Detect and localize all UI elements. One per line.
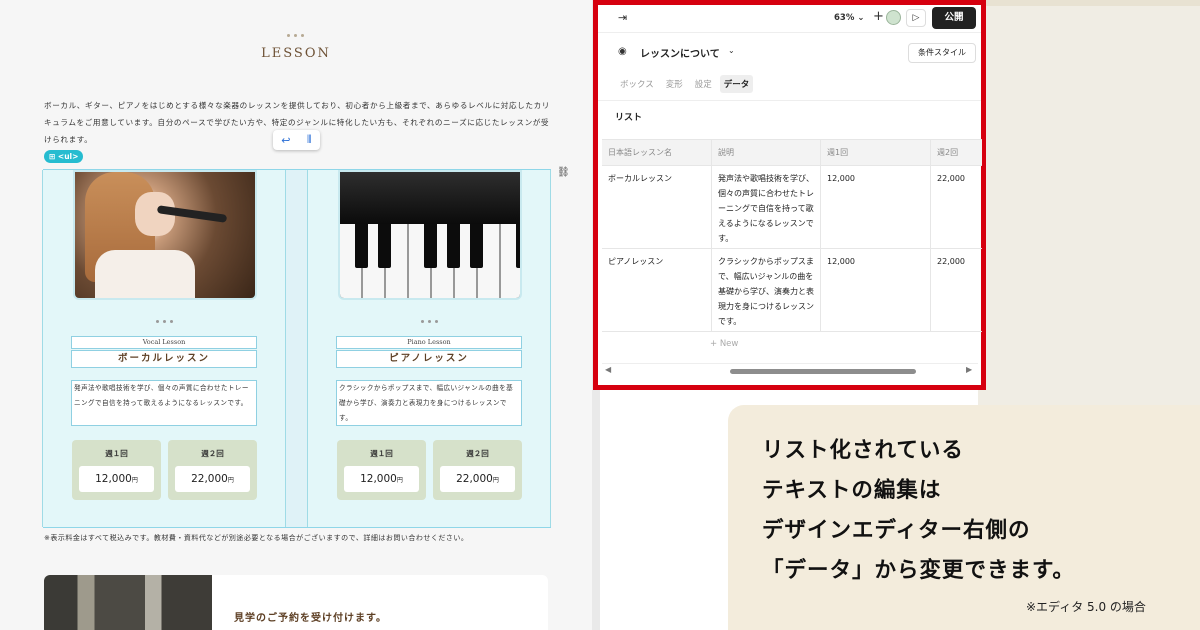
- design-canvas[interactable]: LESSON ボーカル、ギター、ピアノをはじめとする様々な楽器のレッスンを提供し…: [0, 0, 592, 630]
- callout-line: リスト化されている: [762, 438, 964, 463]
- collapse-panel-icon[interactable]: ⇥: [618, 11, 627, 24]
- vocal-lesson-image[interactable]: [73, 170, 257, 300]
- chevron-down-icon[interactable]: ⌄: [728, 46, 735, 55]
- table-row[interactable]: ボーカルレッスン 発声法や歌唱技術を学び、個々の声質に合わせたトレーニングで自信…: [602, 166, 982, 249]
- studio-image: [44, 575, 212, 630]
- table-cell[interactable]: ピアノレッスン: [602, 249, 712, 331]
- tab-box[interactable]: ボックス: [616, 75, 658, 93]
- link-icon[interactable]: ⛓: [557, 167, 570, 178]
- conditional-style-button[interactable]: 条件スタイル: [908, 43, 976, 63]
- card-lesson-name[interactable]: ボーカルレッスン: [71, 350, 257, 368]
- avatar[interactable]: [886, 10, 901, 25]
- section-dots: [287, 34, 304, 37]
- preview-button[interactable]: ▷: [906, 9, 926, 27]
- price-footnote: ※表示料金はすべて税込みです。教材費・資料代などが別途必要となる場合がございます…: [44, 534, 469, 542]
- callout-line: デザインエディター右側の: [762, 518, 1031, 543]
- ul-element-tag[interactable]: ⊞ <ul>: [44, 150, 84, 163]
- scroll-right-icon[interactable]: ▶: [966, 365, 972, 374]
- callout-line: 「データ」から変更できます。: [762, 558, 1075, 583]
- card-dots: [308, 320, 550, 323]
- tab-settings[interactable]: 設定: [691, 75, 716, 93]
- callout-line: テキストの編集は: [762, 478, 942, 503]
- piano-lesson-image[interactable]: [338, 170, 522, 300]
- table-cell[interactable]: 22,000: [931, 166, 982, 248]
- publish-button[interactable]: 公開: [932, 7, 976, 29]
- top-strip: [986, 0, 1200, 6]
- add-icon[interactable]: +: [873, 9, 884, 24]
- price-weekly-1[interactable]: 週１回 12,000円: [337, 440, 426, 500]
- price-value: 22,000円: [440, 466, 515, 492]
- section-name[interactable]: レッスンについて: [640, 45, 720, 60]
- add-row-button[interactable]: + New: [710, 339, 738, 349]
- list-item-vocal[interactable]: Vocal Lesson ボーカルレッスン 発声法や歌唱技術を学び、個々の声質に…: [42, 170, 286, 527]
- table-cell[interactable]: 22,000: [931, 249, 982, 331]
- table-cell[interactable]: ボーカルレッスン: [602, 166, 712, 248]
- design-editor-panel[interactable]: ⇥ 63% ⌄ + ▷ 公開 ◉ レッスンについて ⌄ 条件スタイル ボックス …: [593, 0, 986, 390]
- list-label: リスト: [615, 113, 643, 123]
- price-weekly-1[interactable]: 週１回 12,000円: [72, 440, 161, 500]
- card-subtitle-en[interactable]: Vocal Lesson: [71, 336, 257, 349]
- table-row[interactable]: ピアノレッスン クラシックからポップスまで、幅広いジャンルの曲を基礎から学び、演…: [602, 249, 982, 332]
- table-cell[interactable]: 12,000: [821, 166, 931, 248]
- table-cell[interactable]: 発声法や歌唱技術を学び、個々の声質に合わせたトレーニングで自信を持って歌えるよう…: [712, 166, 821, 248]
- price-value: 12,000円: [344, 466, 419, 492]
- visit-text: 見学のご予約を受け付けます。: [234, 613, 387, 624]
- table-cell[interactable]: クラシックからポップスまで、幅広いジャンルの曲を基礎から学び、演奏力と表現力を身…: [712, 249, 821, 331]
- card-description[interactable]: クラシックからポップスまで、幅広いジャンルの曲を基礎から学び、演奏力と表現力を身…: [336, 380, 522, 426]
- inspector-tabs: ボックス 変形 設定 データ: [616, 75, 754, 93]
- card-description[interactable]: 発声法や歌唱技術を学び、個々の声質に合わせたトレーニングで自信を持って歌えるよう…: [71, 380, 257, 426]
- price-weekly-2[interactable]: 週２回 22,000円: [433, 440, 522, 500]
- table-cell[interactable]: 12,000: [821, 249, 931, 331]
- explanation-callout: リスト化されている テキストの編集は デザインエディター右側の 「データ」から変…: [728, 405, 1200, 630]
- price-value: 22,000円: [175, 466, 250, 492]
- tab-transform[interactable]: 変形: [662, 75, 687, 93]
- lesson-heading: LESSON: [261, 46, 331, 61]
- column-header[interactable]: 日本語レッスン名: [602, 140, 712, 167]
- zoom-selector[interactable]: 63% ⌄: [834, 13, 864, 23]
- card-lesson-name[interactable]: ピアノレッスン: [336, 350, 522, 368]
- scroll-left-icon[interactable]: ◀: [605, 365, 611, 374]
- price-weekly-2[interactable]: 週２回 22,000円: [168, 440, 257, 500]
- card-subtitle-en[interactable]: Piano Lesson: [336, 336, 522, 349]
- card-dots: [43, 320, 285, 323]
- price-value: 12,000円: [79, 466, 154, 492]
- visibility-icon[interactable]: ◉: [618, 46, 627, 57]
- list-item-piano[interactable]: Piano Lesson ピアノレッスン クラシックからポップスまで、幅広いジャ…: [307, 170, 551, 527]
- editor-version-note: ※エディタ 5.0 の場合: [1026, 600, 1146, 614]
- element-mini-toolbar[interactable]: ↩ ⦀: [273, 130, 320, 150]
- grid-icon: ⊞: [49, 152, 58, 161]
- scrollbar-thumb[interactable]: [730, 369, 916, 374]
- tab-data[interactable]: データ: [719, 75, 754, 93]
- column-header[interactable]: 週2回: [931, 140, 982, 167]
- section-selector[interactable]: ◉ レッスンについて ⌄ 条件スタイル: [598, 41, 981, 65]
- column-header[interactable]: 週1回: [821, 140, 931, 167]
- visit-section-card[interactable]: 見学のご予約を受け付けます。: [44, 575, 548, 630]
- table-header: 日本語レッスン名 説明 週1回 週2回: [602, 139, 982, 167]
- data-table[interactable]: 日本語レッスン名 説明 週1回 週2回 ボーカルレッスン 発声法や歌唱技術を学び…: [602, 139, 982, 333]
- return-icon[interactable]: ↩: [281, 134, 290, 147]
- column-header[interactable]: 説明: [712, 140, 821, 167]
- column-icon[interactable]: ⦀: [307, 133, 312, 147]
- editor-topbar: ⇥ 63% ⌄ + ▷ 公開: [598, 5, 981, 33]
